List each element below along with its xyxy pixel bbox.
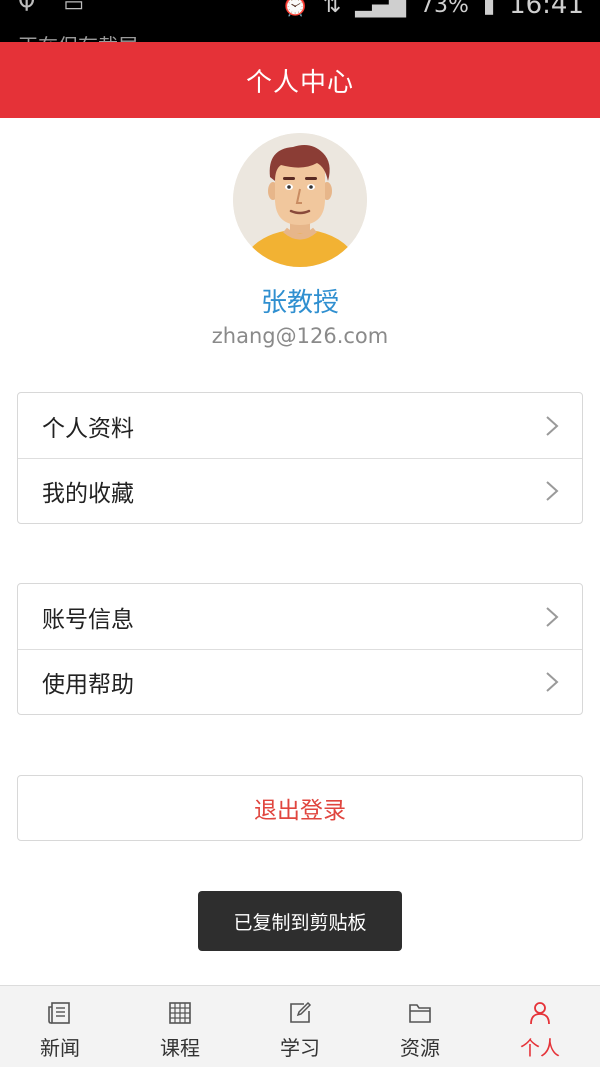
menu-item-label: 账号信息 <box>42 606 134 633</box>
profile-name: 张教授 <box>260 288 339 318</box>
menu-item-label: 使用帮助 <box>42 672 134 698</box>
person-icon <box>530 1002 550 1025</box>
data-transfer-icon: ⇅ <box>322 0 342 18</box>
battery-charging-icon: ▮ <box>482 0 496 18</box>
menu-group-profile: 个人资料 我的收藏 <box>17 392 583 524</box>
tab-resources[interactable]: 资源 <box>360 986 480 1067</box>
battery-percent: 73% <box>420 0 469 18</box>
menu-item-personal-info[interactable]: 个人资料 <box>18 393 582 458</box>
menu-item-help[interactable]: 使用帮助 <box>18 649 582 714</box>
folder-icon <box>409 1004 431 1023</box>
toast: 已复制到剪贴板 <box>198 891 402 951</box>
status-left: Ψ ▭ <box>18 0 84 17</box>
tab-courses[interactable]: 课程 <box>120 986 240 1067</box>
news-icon <box>48 1002 70 1024</box>
menu-group-account: 账号信息 使用帮助 <box>17 583 583 715</box>
avatar[interactable] <box>233 133 367 267</box>
chevron-right-icon <box>546 481 559 501</box>
signal-icon: ▂▄▆ <box>355 0 407 18</box>
course-grid-icon <box>169 1002 191 1024</box>
tab-label: 新闻 <box>40 1036 80 1060</box>
tab-profile[interactable]: 个人 <box>480 986 600 1067</box>
status-bar: Ψ ▭ 正在保存截屏 ⏰ ⇅ ▂▄▆ 73% ▮ 16:41 <box>0 0 600 42</box>
menu-item-account-info[interactable]: 账号信息 <box>18 584 582 649</box>
logout-button[interactable]: 退出登录 <box>17 775 583 841</box>
chevron-right-icon <box>546 606 559 627</box>
tab-label: 个人 <box>520 1036 560 1060</box>
alarm-icon: ⏰ <box>281 0 309 18</box>
bottom-tab-bar: 新闻 课程 学习 资源 个人 <box>0 985 600 1067</box>
tab-study[interactable]: 学习 <box>240 986 360 1067</box>
edit-icon <box>290 1001 312 1023</box>
tab-news[interactable]: 新闻 <box>0 986 120 1067</box>
status-time: 16:41 <box>509 0 584 20</box>
usb-icon: Ψ <box>18 0 36 17</box>
app-header: 个人中心 <box>0 42 600 118</box>
tab-label: 学习 <box>280 1036 320 1060</box>
chevron-right-icon <box>546 415 559 436</box>
menu-item-label: 我的收藏 <box>42 481 134 507</box>
page-title: 个人中心 <box>245 67 354 98</box>
menu-item-label: 个人资料 <box>42 415 134 442</box>
profile-email: zhang@126.com <box>211 324 389 348</box>
avatar-illustration <box>233 133 367 267</box>
tab-label: 课程 <box>160 1036 200 1060</box>
logout-label: 退出登录 <box>254 798 346 824</box>
status-right: ⏰ ⇅ ▂▄▆ 73% ▮ 16:41 <box>281 0 584 20</box>
menu-item-favorites[interactable]: 我的收藏 <box>18 458 582 523</box>
toast-text: 已复制到剪贴板 <box>233 911 367 934</box>
tab-label: 资源 <box>400 1036 440 1060</box>
status-notice: 正在保存截屏 <box>18 30 138 42</box>
chevron-right-icon <box>546 672 559 692</box>
image-icon: ▭ <box>63 0 85 17</box>
